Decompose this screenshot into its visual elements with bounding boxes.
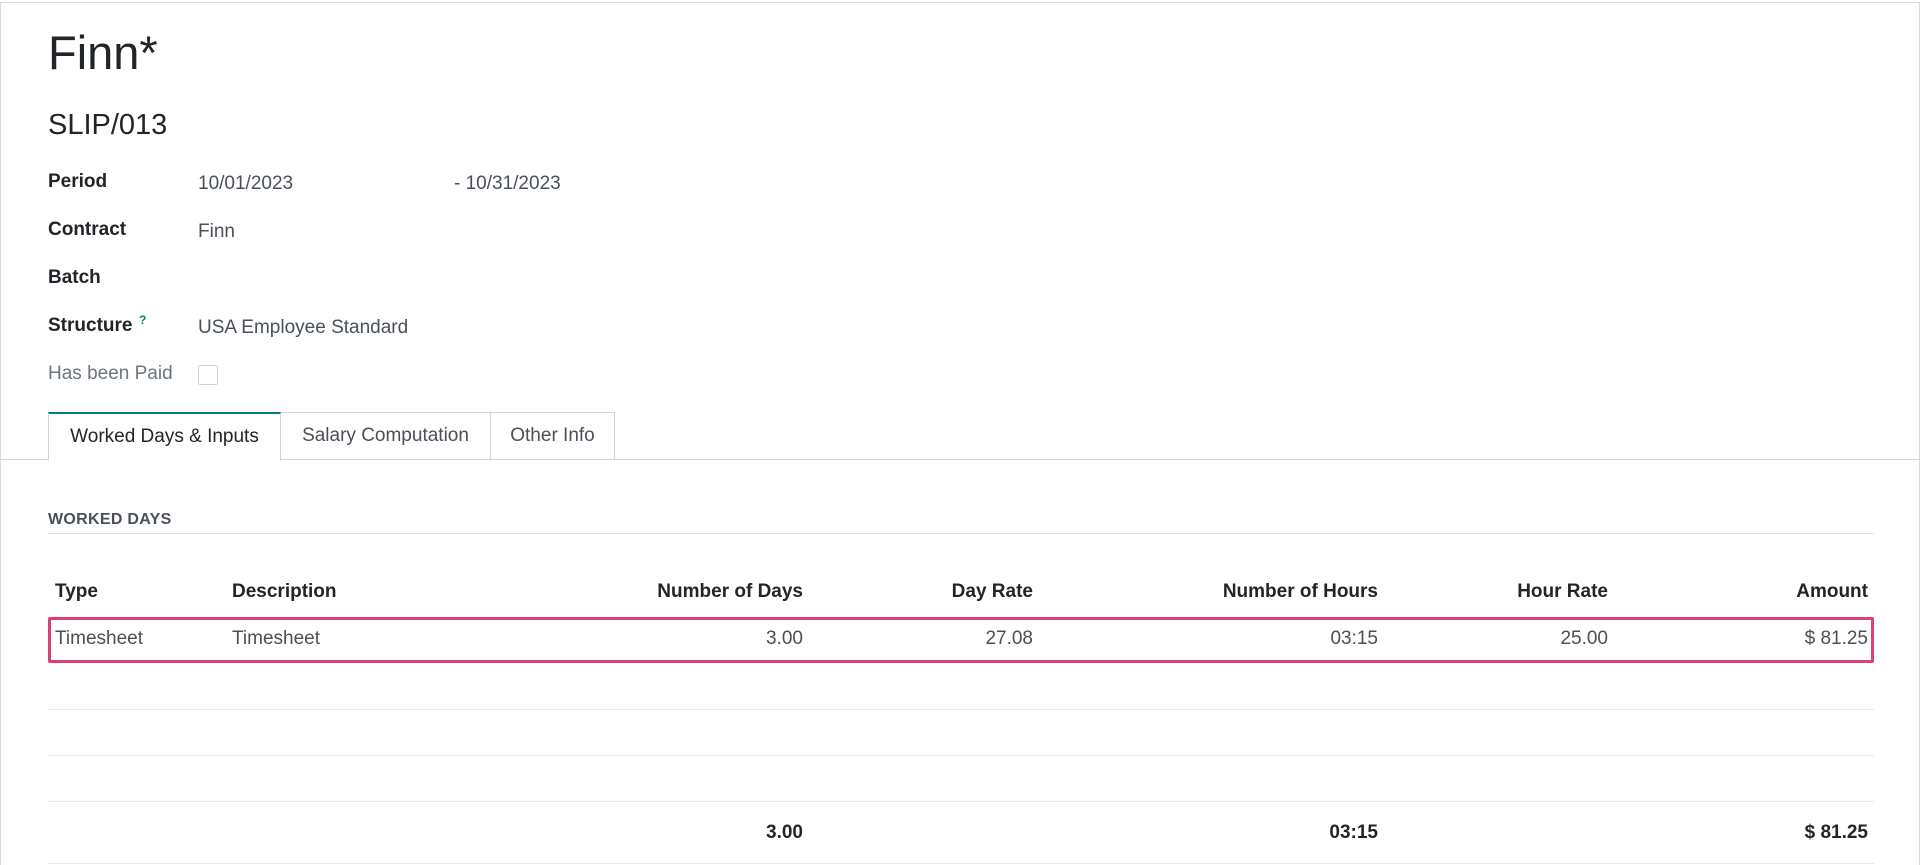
table-footer-divider <box>48 863 1874 864</box>
structure-field[interactable]: USA Employee Standard <box>198 317 408 339</box>
contract-field[interactable]: Finn <box>198 221 235 243</box>
has-been-paid-label: Has been Paid <box>48 363 173 384</box>
column-header-number-of-days[interactable]: Number of Days <box>541 581 803 603</box>
has-been-paid-checkbox[interactable] <box>198 365 218 385</box>
total-number-of-days: 3.00 <box>766 822 803 843</box>
employee-name-title[interactable]: Finn* <box>48 25 158 80</box>
cell-type[interactable]: Timesheet <box>55 628 143 650</box>
column-header-amount[interactable]: Amount <box>1668 581 1868 603</box>
empty-row-divider <box>48 755 1874 756</box>
cell-description[interactable]: Timesheet <box>232 628 320 650</box>
tab-other-info[interactable]: Other Info <box>490 412 615 460</box>
empty-row-divider <box>48 801 1874 802</box>
cell-day-rate[interactable]: 27.08 <box>833 628 1033 650</box>
structure-help-icon[interactable]: ? <box>139 313 146 327</box>
tab-salary-computation[interactable]: Salary Computation <box>280 412 491 460</box>
payslip-form: Finn* SLIP/013 Period 10/01/2023 - 10/31… <box>0 2 1920 865</box>
column-header-day-rate[interactable]: Day Rate <box>833 581 1033 603</box>
batch-label: Batch <box>48 267 101 288</box>
payslip-reference[interactable]: SLIP/013 <box>48 109 167 142</box>
contract-label: Contract <box>48 219 127 240</box>
empty-row-divider <box>48 709 1874 710</box>
cell-hour-rate[interactable]: 25.00 <box>1408 628 1608 650</box>
structure-label: Structure <box>48 315 133 336</box>
section-divider <box>48 533 1874 534</box>
cell-number-of-days[interactable]: 3.00 <box>541 628 803 650</box>
tab-worked-days-inputs[interactable]: Worked Days & Inputs <box>48 412 281 461</box>
period-start-field[interactable]: 10/01/2023 <box>198 173 293 195</box>
worked-days-section-title: WORKED DAYS <box>48 511 172 528</box>
period-end-field[interactable]: - 10/31/2023 <box>454 173 561 195</box>
column-header-description[interactable]: Description <box>232 581 337 603</box>
batch-field[interactable] <box>198 269 498 291</box>
cell-amount[interactable]: $ 81.25 <box>1668 628 1868 650</box>
column-header-type[interactable]: Type <box>55 581 98 603</box>
total-number-of-hours: 03:15 <box>1329 822 1378 843</box>
total-amount: $ 81.25 <box>1804 822 1868 843</box>
column-header-hour-rate[interactable]: Hour Rate <box>1408 581 1608 603</box>
period-label: Period <box>48 171 108 192</box>
cell-number-of-hours[interactable]: 03:15 <box>1101 628 1378 650</box>
column-header-number-of-hours[interactable]: Number of Hours <box>1101 581 1378 603</box>
